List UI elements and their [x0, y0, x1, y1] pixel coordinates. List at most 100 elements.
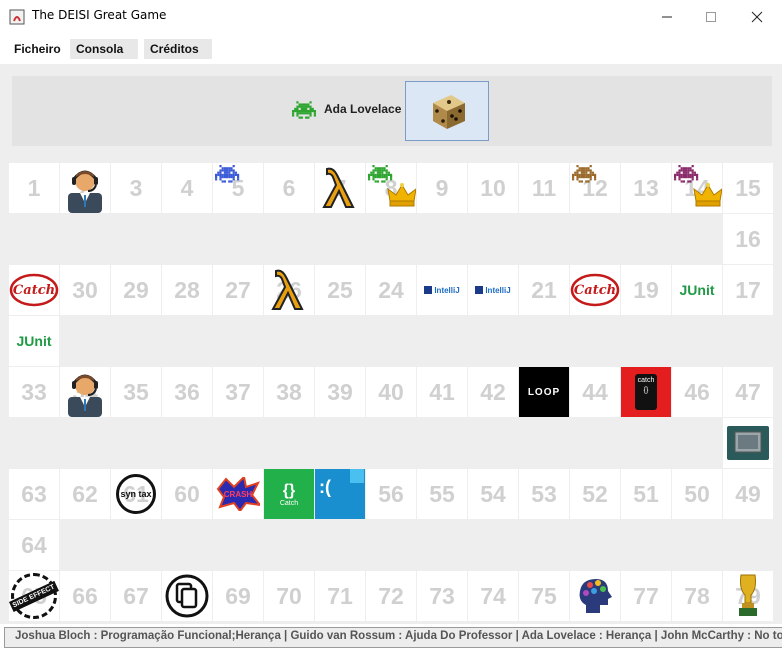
cell-number: 69: [225, 582, 251, 609]
cell-number: 50: [684, 480, 710, 507]
board-cell-8: 8: [366, 163, 416, 213]
cell-number: 47: [735, 378, 761, 405]
board-cell-52: 52: [570, 469, 620, 519]
cell-number: 75: [531, 582, 557, 609]
board-cell-21: 21: [519, 265, 569, 315]
board-cell-73: 73: [417, 571, 467, 621]
board-cell-7: 7: [315, 163, 365, 213]
board-cell-10: 10: [468, 163, 518, 213]
cell-number: 9: [435, 174, 449, 201]
board-cell-65: 65SIDE EFFECT: [9, 571, 59, 621]
board-cell-28: 28: [162, 265, 212, 315]
board-cell-45: 45catch{}: [621, 367, 671, 417]
menu-consola[interactable]: Consola: [70, 39, 138, 59]
cell-number: 30: [72, 276, 98, 303]
board-cell-54: 54: [468, 469, 518, 519]
side-effect-stamp: SIDE EFFECT: [9, 571, 59, 621]
menu-ficheiro[interactable]: Ficheiro: [8, 39, 67, 59]
board-cell-69: 69: [213, 571, 263, 621]
cell-number: 51: [633, 480, 659, 507]
junit-logo: JUnit: [9, 316, 59, 366]
status-text: Joshua Bloch : Programação Funcional;Her…: [15, 630, 782, 642]
board-cell-71: 71: [315, 571, 365, 621]
cell-number: 6: [282, 174, 296, 201]
player-invader-icon: [292, 101, 316, 119]
cell-number: 77: [633, 582, 659, 609]
board-cell-68: 68: [162, 571, 212, 621]
board-cell-9: 9: [417, 163, 467, 213]
board-cell-36: 36: [162, 367, 212, 417]
board-cell-31: 31Catch: [9, 265, 59, 315]
roll-dice-button[interactable]: [405, 81, 489, 141]
board-cell-32: 32JUnit: [9, 316, 59, 366]
board-cell-4: 4: [162, 163, 212, 213]
cell-number: 40: [378, 378, 404, 405]
board-cell-50: 50: [672, 469, 722, 519]
cell-number: 53: [531, 480, 557, 507]
board-cell-13: 13: [621, 163, 671, 213]
board-cell-22: 22IntelliJ: [468, 265, 518, 315]
board-cell-34: 34: [60, 367, 110, 417]
cell-number: 17: [735, 276, 761, 303]
board-cell-1: 1: [9, 163, 59, 213]
cell-number: 33: [21, 378, 47, 405]
cell-number: 15: [735, 174, 761, 201]
board-cell-38: 38: [264, 367, 314, 417]
cell-number: 55: [429, 480, 455, 507]
board-cell-14: 14: [672, 163, 722, 213]
board-cell-44: 44: [570, 367, 620, 417]
cell-number: 64: [21, 531, 47, 558]
board-cell-55: 55: [417, 469, 467, 519]
board-cell-30: 30: [60, 265, 110, 315]
maximize-button[interactable]: [688, 0, 734, 34]
board-cell-6: 6: [264, 163, 314, 213]
cell-number: 54: [480, 480, 506, 507]
board-cell-58: 58{}Catch: [264, 469, 314, 519]
cell-number: 19: [633, 276, 659, 303]
cell-number: 1: [27, 174, 41, 201]
catch-block-label: catch: [637, 377, 655, 384]
cell-number: 3: [129, 174, 143, 201]
dice-icon: [433, 95, 465, 129]
cell-number: 72: [378, 582, 404, 609]
board-cell-23: 23IntelliJ: [417, 265, 467, 315]
syntax-logo: syn tax: [111, 469, 161, 519]
board-cell-26: 26: [264, 265, 314, 315]
junit-logo: JUnit: [672, 265, 722, 315]
minimize-button[interactable]: [644, 0, 690, 34]
cell-number: 24: [378, 276, 404, 303]
board-cell-27: 27: [213, 265, 263, 315]
intellij-logo: IntelliJ: [417, 265, 467, 315]
cell-number: 28: [174, 276, 200, 303]
board-cell-12: 12: [570, 163, 620, 213]
board-cell-78: 78: [672, 571, 722, 621]
close-button[interactable]: [734, 0, 780, 34]
board-cell-70: 70: [264, 571, 314, 621]
menu-creditos[interactable]: Créditos: [144, 39, 212, 59]
cell-number: 21: [531, 276, 557, 303]
cell-number: 44: [582, 378, 608, 405]
cell-number: 67: [123, 582, 149, 609]
cell-number: 49: [735, 480, 761, 507]
board-cell-74: 74: [468, 571, 518, 621]
board-cell-11: 11: [519, 163, 569, 213]
cell-number: 41: [429, 378, 455, 405]
cell-number: 4: [180, 174, 194, 201]
cell-number: 13: [633, 174, 659, 201]
board-cell-43: 43LOOP: [519, 367, 569, 417]
board-cell-29: 29: [111, 265, 161, 315]
catch-block-logo: catch{}: [621, 367, 671, 417]
board-cell-47: 47: [723, 367, 773, 417]
board-cell-76: 76: [570, 571, 620, 621]
game-board: 123456789101112131415161718JUnit1920Catc…: [0, 160, 782, 624]
title-bar: The DEISI Great Game: [0, 0, 782, 34]
board-cell-61: 61 syn tax: [111, 469, 161, 519]
board-cell-15: 15: [723, 163, 773, 213]
menu-bar: Ficheiro Consola Créditos: [0, 34, 782, 64]
board-cell-64: 64: [9, 520, 59, 570]
board-cell-59: 59CRASH: [213, 469, 263, 519]
board-cell-77: 77: [621, 571, 671, 621]
cell-number: 73: [429, 582, 455, 609]
board-cell-72: 72: [366, 571, 416, 621]
board-cell-35: 35: [111, 367, 161, 417]
